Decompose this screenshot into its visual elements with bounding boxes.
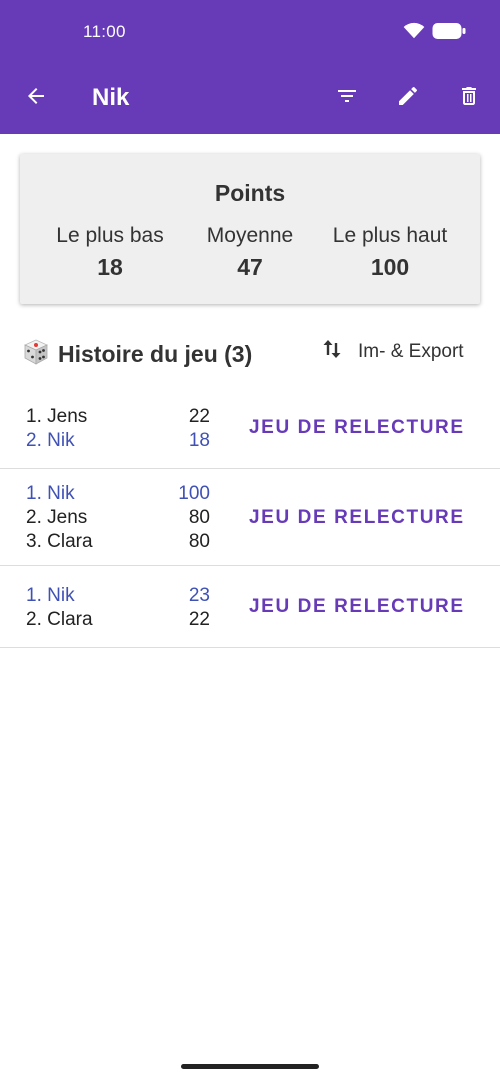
stat-value: 100 — [370, 254, 410, 280]
player-score: 22 — [188, 609, 210, 630]
stat-highest: Le plus haut 100 — [315, 224, 465, 281]
replay-game-button[interactable]: JEU DE RELECTURE — [249, 417, 465, 439]
game-item: 1. Jens 22 2. Nik 18 JEU DE RELECTURE — [0, 394, 500, 469]
points-title: Points — [214, 180, 286, 206]
stat-label: Moyenne — [206, 224, 294, 247]
score-row: 2. Nik 18 — [26, 430, 210, 454]
battery-icon — [432, 22, 466, 45]
stat-label: Le plus haut — [332, 224, 448, 247]
replay-game-button[interactable]: JEU DE RELECTURE — [249, 596, 465, 618]
import-export-button[interactable]: Im- & Export — [322, 338, 464, 366]
status-time: 11:00 — [83, 22, 126, 41]
score-row: 1. Nik 23 — [26, 585, 210, 609]
player-name: 2. Clara — [26, 609, 93, 630]
score-row: 2. Jens 80 — [26, 507, 210, 531]
edit-icon — [396, 84, 420, 113]
toolbar: Nik — [0, 66, 500, 132]
stat-average: Moyenne 47 — [175, 224, 325, 281]
history-header: Histoire du jeu (3) — [22, 338, 252, 371]
player-score: 80 — [188, 507, 210, 528]
player-score: 18 — [188, 430, 210, 451]
score-row: 1. Nik 100 — [26, 483, 210, 507]
back-arrow-icon — [24, 84, 48, 113]
dice-icon — [22, 338, 50, 371]
game-item: 1. Nik 23 2. Clara 22 JEU DE RELECTURE — [0, 566, 500, 648]
back-button[interactable] — [18, 80, 54, 116]
sort-icon — [322, 338, 342, 366]
score-row: 1. Jens 22 — [26, 406, 210, 430]
score-row: 3. Clara 80 — [26, 531, 210, 555]
score-row: 2. Clara 22 — [26, 609, 210, 633]
player-name: 1. Jens — [26, 406, 88, 427]
history-title: Histoire du jeu (3) — [58, 341, 253, 367]
delete-icon — [457, 84, 481, 113]
player-score: 80 — [188, 531, 210, 552]
player-name: 1. Nik — [26, 585, 75, 606]
app-bar: 11:00 Nik — [0, 0, 500, 134]
replay-game-button[interactable]: JEU DE RELECTURE — [249, 507, 465, 529]
player-name: 1. Nik — [26, 483, 75, 504]
delete-button[interactable] — [451, 80, 487, 116]
stat-value: 18 — [97, 254, 123, 280]
page-title: Nik — [92, 84, 130, 111]
stat-lowest: Le plus bas 18 — [35, 224, 185, 281]
player-name: 2. Nik — [26, 430, 75, 451]
status-icons — [403, 22, 466, 45]
wifi-icon — [403, 22, 425, 45]
import-export-label: Im- & Export — [358, 341, 464, 362]
player-score: 23 — [188, 585, 210, 606]
home-indicator[interactable] — [181, 1064, 319, 1069]
game-item: 1. Nik 100 2. Jens 80 3. Clara 80 JEU DE… — [0, 469, 500, 566]
stat-label: Le plus bas — [56, 224, 164, 247]
points-card: Points Le plus bas 18 Moyenne 47 Le plus… — [20, 154, 480, 304]
filter-button[interactable] — [329, 80, 365, 116]
player-score: 22 — [188, 406, 210, 427]
stat-value: 47 — [237, 254, 263, 280]
player-name: 3. Clara — [26, 531, 93, 552]
edit-button[interactable] — [390, 80, 426, 116]
player-name: 2. Jens — [26, 507, 88, 528]
filter-icon — [335, 84, 359, 113]
player-score: 100 — [178, 483, 210, 504]
